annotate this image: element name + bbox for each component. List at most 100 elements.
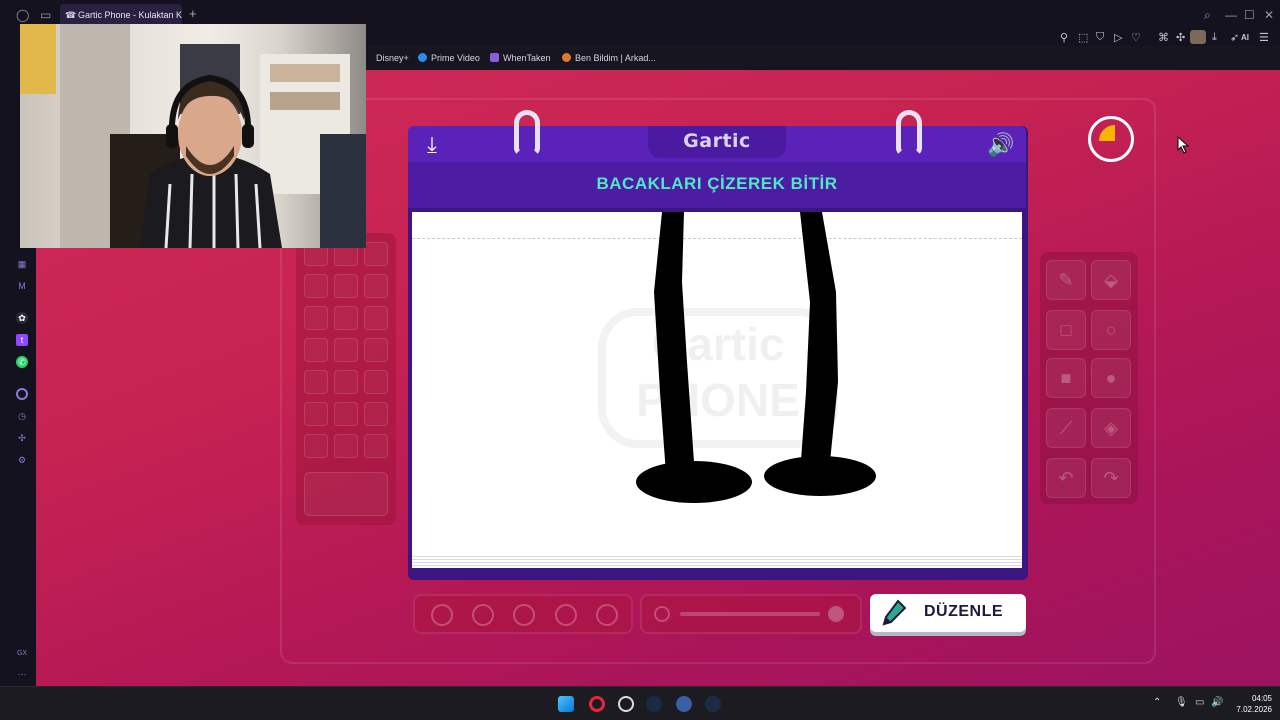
color-swatch[interactable]: [364, 242, 388, 266]
color-swatch[interactable]: [334, 434, 358, 458]
color-swatch[interactable]: [304, 434, 328, 458]
color-swatch[interactable]: [304, 370, 328, 394]
color-swatch[interactable]: [364, 338, 388, 362]
fill-bucket-tool[interactable]: ◈: [1091, 408, 1131, 448]
color-swatch[interactable]: [334, 274, 358, 298]
bookmark-whentaken[interactable]: WhenTaken: [490, 53, 551, 63]
circle-icon: ○: [1105, 320, 1117, 340]
color-swatch[interactable]: [364, 274, 388, 298]
ai-send-icon[interactable]: ➶: [1230, 31, 1239, 44]
filled-circle-icon: ●: [1105, 368, 1117, 388]
right-foot-stroke: [764, 456, 876, 496]
color-swatch[interactable]: [304, 402, 328, 426]
color-swatch[interactable]: [304, 306, 328, 330]
opacity-slider-track[interactable]: [680, 612, 820, 616]
sidebar-chatgpt-icon[interactable]: ✿: [16, 312, 28, 324]
bookmark-label: Disney+: [376, 53, 409, 63]
tab-title: Gartic Phone - Kulaktan Ku: [78, 10, 182, 20]
sidebar-history-icon[interactable]: ◷: [16, 410, 28, 422]
tray-chevron-icon[interactable]: ⌃: [1153, 697, 1161, 708]
new-tab-button[interactable]: +: [189, 6, 197, 22]
pin-icon[interactable]: ⚲: [1060, 31, 1068, 44]
bookmark-disney[interactable]: Disney+: [376, 53, 409, 63]
color-swatch[interactable]: [334, 370, 358, 394]
download-button[interactable]: ⤓: [418, 132, 446, 158]
color-swatch[interactable]: [334, 402, 358, 426]
sidebar-twitch-icon[interactable]: t: [16, 334, 28, 346]
profile-avatar[interactable]: [1190, 30, 1206, 44]
custom-color-swatch[interactable]: [304, 472, 388, 516]
filled-circle-tool[interactable]: ●: [1091, 358, 1131, 398]
minimize-icon[interactable]: —: [1225, 8, 1237, 22]
filled-rectangle-tool[interactable]: ■: [1046, 358, 1086, 398]
screen: ◯ ▭ ☎ Gartic Phone - Kulaktan Ku + ⌕ — ☐…: [0, 0, 1280, 720]
chatgpt-taskbar-icon[interactable]: [618, 696, 634, 712]
color-swatch[interactable]: [334, 338, 358, 362]
sidebar-messenger-icon[interactable]: M: [16, 280, 28, 292]
menu-icon[interactable]: ☰: [1259, 31, 1269, 44]
sidebar-more-icon[interactable]: ⋯: [16, 668, 28, 680]
color-swatch[interactable]: [364, 306, 388, 330]
bookmark-prime-video[interactable]: Prime Video: [418, 53, 480, 63]
drawing-canvas[interactable]: Gartic PHONE: [412, 212, 1022, 554]
pencil-tool[interactable]: ✎: [1046, 260, 1086, 300]
close-icon[interactable]: ✕: [1264, 8, 1274, 22]
color-swatch[interactable]: [304, 338, 328, 362]
bookmark-label: WhenTaken: [503, 53, 551, 63]
undo-tool[interactable]: ↶: [1046, 458, 1086, 498]
color-swatch[interactable]: [364, 434, 388, 458]
snapshot-icon[interactable]: ⬚: [1078, 31, 1088, 44]
extension-icon[interactable]: ⌘: [1158, 31, 1169, 44]
microphone-icon[interactable]: 🎙: [1175, 697, 1188, 708]
round-timer: [1088, 116, 1134, 162]
search-icon[interactable]: ⌕: [1204, 8, 1211, 22]
eraser-icon: ⬙: [1104, 270, 1118, 290]
color-swatch[interactable]: [304, 274, 328, 298]
opacity-slider-handle[interactable]: [828, 606, 844, 622]
binder-ring-right: [896, 110, 922, 156]
download-icon[interactable]: ⤓: [1212, 31, 1217, 44]
taskbar-clock[interactable]: 04:05 7.02.2026: [1222, 693, 1272, 715]
redo-tool[interactable]: ↷: [1091, 458, 1131, 498]
brush-size-4[interactable]: [555, 604, 577, 626]
opera-gx-icon[interactable]: [589, 696, 605, 712]
brush-size-5[interactable]: [596, 604, 618, 626]
windows-start-icon[interactable]: [558, 696, 574, 712]
prime-video-icon: [418, 53, 427, 62]
browser-logo-icon[interactable]: ◯: [16, 8, 29, 22]
heart-icon[interactable]: ♡: [1131, 31, 1141, 44]
sound-button[interactable]: 🔊: [984, 132, 1018, 158]
brush-size-3[interactable]: [513, 604, 535, 626]
eraser-tool[interactable]: ⬙: [1091, 260, 1131, 300]
sidebar-player-icon[interactable]: [16, 388, 28, 400]
sidebar-whatsapp-icon[interactable]: ✆: [16, 356, 28, 368]
play-icon[interactable]: ▷: [1114, 31, 1122, 44]
drawn-legs: [636, 212, 876, 503]
app-icon[interactable]: [676, 696, 692, 712]
steam-icon-2[interactable]: [705, 696, 721, 712]
edit-button-label: DÜZENLE: [924, 603, 1004, 620]
circle-tool[interactable]: ○: [1091, 310, 1131, 350]
rectangle-tool[interactable]: □: [1046, 310, 1086, 350]
puzzle-icon[interactable]: ✣: [1176, 31, 1185, 44]
color-swatch[interactable]: [334, 306, 358, 330]
sidebar-flow-icon[interactable]: ▦: [16, 258, 28, 270]
edit-button[interactable]: DÜZENLE: [870, 594, 1026, 632]
brush-size-1[interactable]: [431, 604, 453, 626]
steam-icon[interactable]: [646, 696, 662, 712]
network-icon[interactable]: ▭: [1195, 697, 1204, 708]
color-swatch[interactable]: [364, 370, 388, 394]
tab-gartic-phone[interactable]: ☎ Gartic Phone - Kulaktan Ku: [60, 4, 182, 26]
mouse-cursor: [1177, 136, 1190, 154]
color-swatch[interactable]: [364, 402, 388, 426]
shield-icon[interactable]: ⛉: [1096, 31, 1104, 44]
maximize-icon[interactable]: ☐: [1244, 8, 1255, 22]
sidebar-extensions-icon[interactable]: ✣: [16, 432, 28, 444]
bookmark-ben-bildim[interactable]: Ben Bildim | Arkad...: [562, 53, 656, 63]
tab-menu-icon[interactable]: ▭: [40, 8, 51, 22]
sidebar-gx-icon[interactable]: GX: [16, 648, 28, 660]
line-tool[interactable]: ⟋: [1046, 408, 1086, 448]
sidebar-settings-icon[interactable]: ⚙: [16, 454, 28, 466]
ai-label[interactable]: AI: [1241, 33, 1249, 42]
brush-size-2[interactable]: [472, 604, 494, 626]
